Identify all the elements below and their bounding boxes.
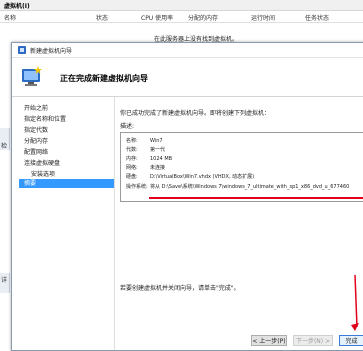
step-summary[interactable]: 摘要 <box>19 179 114 188</box>
dialog-titlebar[interactable]: 新建虚拟机向导 <box>12 43 363 58</box>
step-memory[interactable]: 分配内存 <box>24 136 48 145</box>
new-vm-wizard-dialog: 新建虚拟机向导 正在完成新建虚拟机向导 开始之前 指定名称和位置 指定代数 分配… <box>11 42 363 351</box>
column-memory[interactable]: 分配的内存 <box>188 13 218 22</box>
step-generation[interactable]: 指定代数 <box>24 125 48 134</box>
vm-wizard-icon <box>22 66 42 86</box>
dialog-title: 新建虚拟机向导 <box>30 48 73 55</box>
column-cpu[interactable]: CPU 使用率 <box>141 13 173 22</box>
annotation-arrow-icon <box>351 274 359 331</box>
summary-key: 名称: <box>126 138 138 144</box>
vm-column-headers: 名称 状态 CPU 使用率 分配的内存 运行时间 任务状态 <box>0 11 363 23</box>
summary-value: 未连接 <box>150 165 166 171</box>
summary-row-generation: 代数: 第一代 <box>126 146 165 153</box>
wizard-window-icon <box>18 46 26 54</box>
vm-panel-header: 虚拟机(I) <box>0 0 363 11</box>
step-virtual-disk[interactable]: 连接虚拟硬盘 <box>24 158 60 167</box>
summary-row-disk: 硬盘: D:\VirtualBox\Win7.vhdx (VHDX, 动态扩展) <box>126 173 254 180</box>
vm-panel-title: 虚拟机(I) <box>4 3 30 10</box>
checkpoint-pane-edge: 检 <box>0 128 10 150</box>
step-install-options[interactable]: 安装选项 <box>31 169 55 178</box>
wizard-heading: 正在完成新建虚拟机向导 <box>60 74 148 83</box>
summary-key: 网络: <box>126 165 138 171</box>
summary-key: 代数: <box>126 147 138 153</box>
wizard-button-bar: < 上一步(P) 下一步(N) > 完成 <box>12 333 363 350</box>
checkpoint-label: 检 <box>1 143 8 150</box>
column-status[interactable]: 状态 <box>96 13 108 22</box>
summary-row-memory: 内存: 1024 MB <box>126 155 172 162</box>
summary-description-box[interactable]: 名称: Win7 代数: 第一代 内存: 1024 MB 网络: 未连接 硬盘: D:\V… <box>120 132 363 202</box>
summary-row-network: 网络: 未连接 <box>126 164 165 171</box>
finish-button[interactable]: 完成 <box>339 335 363 346</box>
finish-instruction-text: 若要创建虚拟机并关闭向导，请单击"完成"。 <box>120 285 240 292</box>
summary-row-os: 操作系统: 将从 D:\Save\系统\Windows 7\windows_7_u… <box>126 183 349 190</box>
summary-value: D:\VirtualBox\Win7.vhdx (VHDX, 动态扩展) <box>150 174 255 180</box>
os-highlight-underline <box>149 197 363 199</box>
details-label: 详 <box>1 277 8 284</box>
details-pane-edge: 详 <box>0 273 10 293</box>
wizard-banner: 正在完成新建虚拟机向导 <box>12 58 363 97</box>
previous-button[interactable]: < 上一步(P) <box>251 335 287 346</box>
column-task-status[interactable]: 任务状态 <box>305 13 329 22</box>
summary-value: Win7 <box>150 138 163 144</box>
next-button[interactable]: 下一步(N) > <box>293 335 333 346</box>
summary-key: 硬盘: <box>126 174 138 180</box>
completion-intro-text: 你已成功完成了新建虚拟机向导。即将创建下列虚拟机： <box>120 110 271 117</box>
summary-row-name: 名称: Win7 <box>126 137 163 144</box>
summary-value: 1024 MB <box>150 156 173 162</box>
summary-content: 你已成功完成了新建虚拟机向导。即将创建下列虚拟机： 描述: 名称: Win7 代数… <box>116 97 363 350</box>
step-before-you-begin[interactable]: 开始之前 <box>24 103 48 112</box>
summary-key: 内存: <box>126 156 138 162</box>
summary-value: 第一代 <box>150 147 166 153</box>
wizard-step-nav: 开始之前 指定名称和位置 指定代数 分配内存 配置网络 连接虚拟硬盘 安装选项 … <box>12 97 115 350</box>
step-name-location[interactable]: 指定名称和位置 <box>24 114 66 123</box>
column-name[interactable]: 名称 <box>4 13 16 22</box>
step-networking[interactable]: 配置网络 <box>24 147 48 156</box>
summary-key: 操作系统: <box>126 184 148 190</box>
summary-value: 将从 D:\Save\系统\Windows 7\windows_7_ultima… <box>150 184 350 190</box>
column-uptime[interactable]: 运行时间 <box>251 13 275 22</box>
description-label: 描述: <box>120 123 135 130</box>
